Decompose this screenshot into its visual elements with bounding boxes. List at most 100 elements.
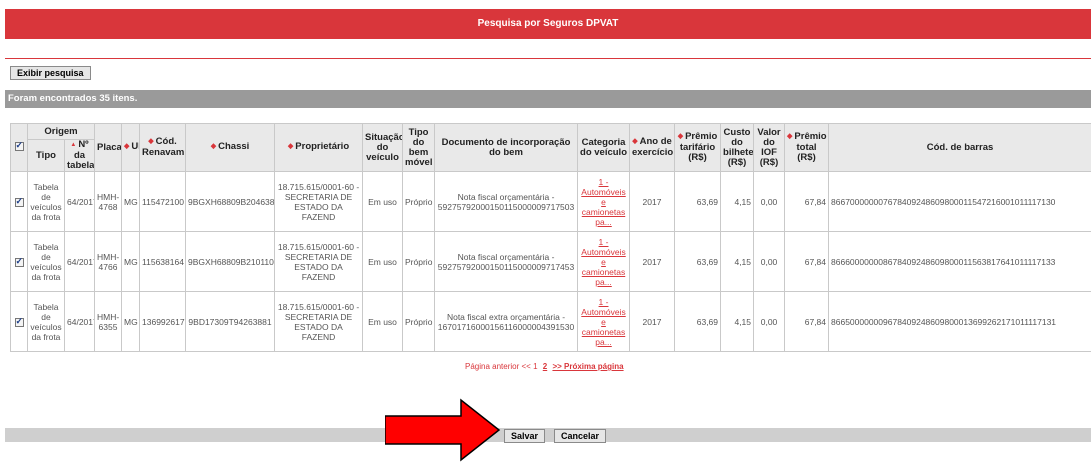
- cell-premio-total: 67,84: [784, 171, 830, 232]
- results-count-text: Foram encontrados 35 itens.: [8, 93, 138, 104]
- table-row[interactable]: Tabela de veículos da frota 64/2017 HMH-…: [10, 231, 1091, 292]
- row-checkbox[interactable]: [14, 316, 24, 327]
- current-page: 2: [542, 362, 548, 371]
- cell-valor-iof: 0,00: [753, 231, 786, 292]
- table-row[interactable]: Tabela de veículos da frota 64/2017 HMH-…: [10, 171, 1091, 232]
- col-documento[interactable]: Documento de incorporação do bem: [434, 123, 579, 172]
- col-custo-bilhete[interactable]: Custo do bilhete (R$): [720, 123, 755, 172]
- col-valor-iof[interactable]: Valor do IOF (R$): [753, 123, 786, 172]
- cell-uf: MG: [121, 291, 141, 352]
- cell-situacao: Em uso: [362, 231, 404, 292]
- cell-categoria[interactable]: 1 - Automóveis e camionetas pa...: [577, 171, 631, 232]
- cell-documento: Nota fiscal orçamentária - 5927579200015…: [434, 171, 579, 232]
- cell-situacao: Em uso: [362, 291, 404, 352]
- cell-premio-tarifario: 63,69: [674, 171, 722, 232]
- cell-tipo: Tabela de veículos da frota: [27, 171, 65, 232]
- results-count-bar: Foram encontrados 35 itens.: [5, 90, 1091, 108]
- select-all-header[interactable]: [10, 123, 28, 172]
- page-header: Pesquisa por Seguros DPVAT: [5, 9, 1091, 39]
- col-proprietario[interactable]: Proprietário: [274, 123, 364, 172]
- col-tipo-bem[interactable]: Tipo do bem móvel: [402, 123, 436, 172]
- col-ano[interactable]: Ano de exercício: [629, 123, 676, 172]
- cell-chassi: 9BGXH68809B210110: [185, 231, 276, 292]
- row-checkbox[interactable]: [14, 256, 24, 267]
- cell-cod-barras: 8667000000076784092486098000115472160010…: [828, 171, 1091, 232]
- cell-tipo: Tabela de veículos da frota: [27, 231, 65, 292]
- cell-premio-total: 67,84: [784, 291, 830, 352]
- cell-cod-barras: 8665000000096784092486098000136992621710…: [828, 291, 1091, 352]
- cell-tipo: Tabela de veículos da frota: [27, 291, 65, 352]
- cell-categoria[interactable]: 1 - Automóveis e camionetas pa...: [577, 291, 631, 352]
- cell-renavam: 136992617: [139, 291, 187, 352]
- cell-ano: 2017: [629, 291, 676, 352]
- cell-tipo-bem: Próprio: [402, 291, 436, 352]
- cell-renavam: 115472100: [139, 171, 187, 232]
- cell-ano: 2017: [629, 171, 676, 232]
- cancel-button[interactable]: Cancelar: [554, 429, 607, 443]
- cell-proprietario: 18.715.615/0001-60 - SECRETARIA DE ESTAD…: [274, 171, 364, 232]
- cell-tipo-bem: Próprio: [402, 171, 436, 232]
- cell-premio-tarifario: 63,69: [674, 291, 722, 352]
- cell-premio-total: 67,84: [784, 231, 830, 292]
- col-n-tabela[interactable]: Nº da tabela: [63, 139, 96, 172]
- page-title: Pesquisa por Seguros DPVAT: [477, 18, 619, 29]
- col-renavam[interactable]: Cód. Renavam: [139, 123, 187, 172]
- row-checkbox-cell[interactable]: [10, 291, 28, 352]
- col-uf[interactable]: UF: [121, 123, 141, 172]
- save-button[interactable]: Salvar: [504, 429, 546, 443]
- table-row[interactable]: Tabela de veículos da frota 64/2017 HMH-…: [10, 291, 1091, 352]
- cell-renavam: 115638164: [139, 231, 187, 292]
- results-table: Origem Placa UF Cód. Renavam Chassi Prop…: [10, 123, 1091, 352]
- action-bar: [5, 428, 1091, 442]
- row-checkbox-cell[interactable]: [10, 231, 28, 292]
- red-arrow-icon: [385, 398, 501, 462]
- cell-documento: Nota fiscal extra orçamentária - 1670171…: [434, 291, 579, 352]
- col-categoria[interactable]: Categoria do veículo: [577, 123, 631, 172]
- col-premio-total[interactable]: Prêmio total (R$): [784, 123, 830, 172]
- cell-chassi: 9BGXH68809B204638: [185, 171, 276, 232]
- cell-documento: Nota fiscal orçamentária - 5927579200015…: [434, 231, 579, 292]
- categoria-link[interactable]: 1 - Automóveis e camionetas pa...: [581, 177, 625, 227]
- arrow-shape: [385, 398, 501, 462]
- cell-valor-iof: 0,00: [753, 291, 786, 352]
- row-checkbox[interactable]: [14, 196, 24, 207]
- cell-uf: MG: [121, 231, 141, 292]
- cell-placa: HMH-6355: [94, 291, 123, 352]
- cell-situacao: Em uso: [362, 171, 404, 232]
- col-placa[interactable]: Placa: [94, 123, 123, 172]
- cell-uf: MG: [121, 171, 141, 232]
- col-chassi[interactable]: Chassi: [185, 123, 276, 172]
- cell-placa: HMH-4766: [94, 231, 123, 292]
- categoria-link[interactable]: 1 - Automóveis e camionetas pa...: [581, 237, 625, 287]
- cell-custo-bilhete: 4,15: [720, 291, 755, 352]
- cell-proprietario: 18.715.615/0001-60 - SECRETARIA DE ESTAD…: [274, 291, 364, 352]
- cell-ano: 2017: [629, 231, 676, 292]
- cell-premio-tarifario: 63,69: [674, 231, 722, 292]
- cell-custo-bilhete: 4,15: [720, 171, 755, 232]
- select-all-checkbox[interactable]: [14, 140, 24, 152]
- cell-placa: HMH-4768: [94, 171, 123, 232]
- origem-group-header: Origem: [26, 123, 96, 140]
- pagination: Página anterior << 1 2 >> Próxima página: [465, 362, 624, 371]
- cell-n-tabela: 64/2017: [63, 171, 96, 232]
- col-situacao[interactable]: Situação do veículo: [362, 123, 404, 172]
- cell-valor-iof: 0,00: [753, 171, 786, 232]
- page-1-link[interactable]: 1: [533, 362, 537, 371]
- next-page-link[interactable]: >> Próxima página: [552, 362, 623, 371]
- cell-n-tabela: 64/2017: [63, 291, 96, 352]
- categoria-link[interactable]: 1 - Automóveis e camionetas pa...: [581, 297, 625, 347]
- cell-n-tabela: 64/2017: [63, 231, 96, 292]
- header-divider: [5, 58, 1091, 59]
- cell-proprietario: 18.715.615/0001-60 - SECRETARIA DE ESTAD…: [274, 231, 364, 292]
- cell-custo-bilhete: 4,15: [720, 231, 755, 292]
- col-premio-tarifario[interactable]: Prêmio tarifário (R$): [674, 123, 722, 172]
- show-search-button[interactable]: Exibir pesquisa: [10, 66, 91, 80]
- cell-categoria[interactable]: 1 - Automóveis e camionetas pa...: [577, 231, 631, 292]
- cell-tipo-bem: Próprio: [402, 231, 436, 292]
- col-cod-barras[interactable]: Cód. de barras: [828, 123, 1091, 172]
- cell-chassi: 9BD17309T94263881: [185, 291, 276, 352]
- col-tipo[interactable]: Tipo: [27, 139, 65, 172]
- prev-page-link[interactable]: Página anterior <<: [465, 362, 531, 371]
- row-checkbox-cell[interactable]: [10, 171, 28, 232]
- cell-cod-barras: 8666000000086784092486098000115638176410…: [828, 231, 1091, 292]
